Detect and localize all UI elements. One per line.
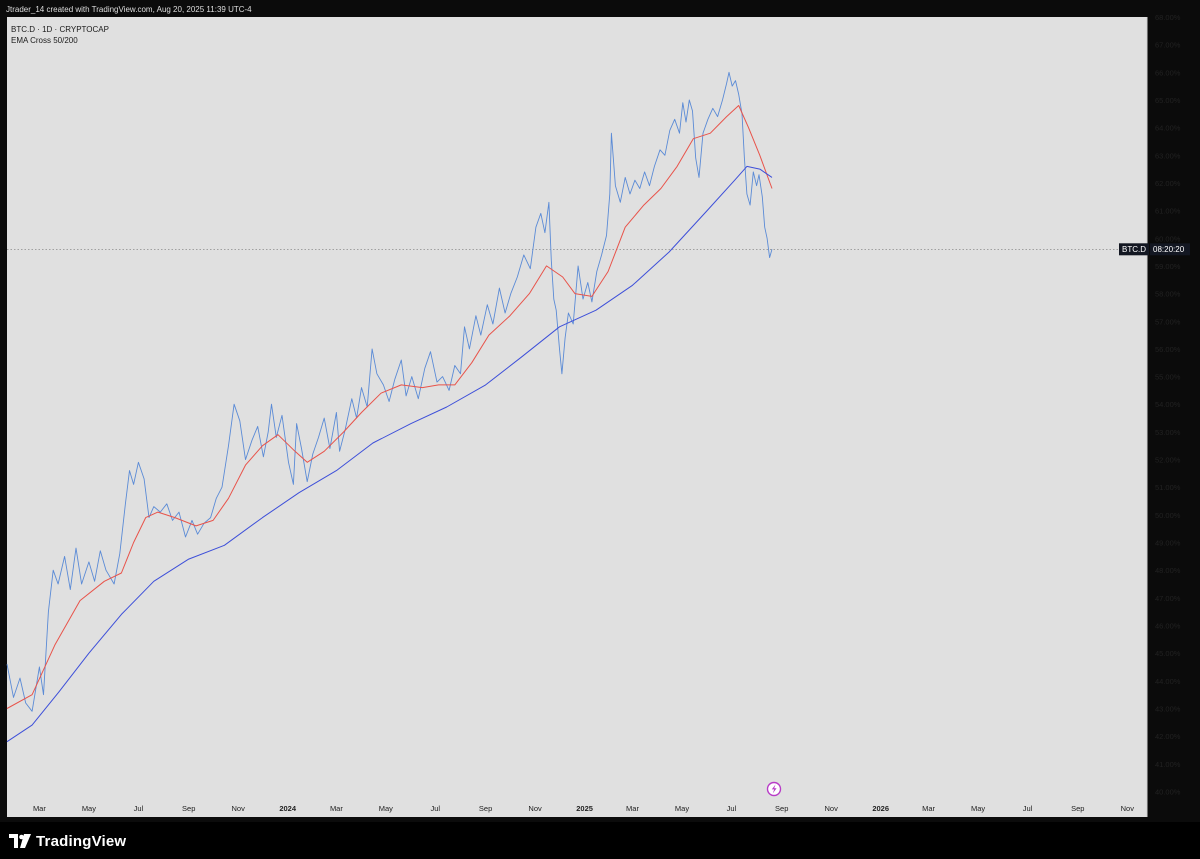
x-tick-label: Nov (528, 804, 542, 813)
price-label-countdown: 08:20:20 (1153, 245, 1185, 254)
chart-panel[interactable] (7, 17, 1147, 797)
y-tick-label: 68.00% (1155, 13, 1181, 22)
footer-bar: TradingView (0, 822, 1200, 859)
price-label: BTC.D 08:20:20 (1119, 243, 1190, 256)
y-tick-label: 56.00% (1155, 345, 1181, 354)
y-tick-label: 55.00% (1155, 373, 1181, 382)
x-tick-label: Nov (232, 804, 246, 813)
y-tick-label: 60.00% (1155, 234, 1181, 243)
y-tick-label: 67.00% (1155, 41, 1181, 50)
x-tick-label: Sep (775, 804, 788, 813)
y-tick-label: 46.00% (1155, 622, 1181, 631)
y-tick-label: 40.00% (1155, 788, 1181, 797)
y-axis[interactable]: 68.00% 67.00% 66.00% 65.00% 64.00% 63.00% 62.0… (1155, 13, 1181, 797)
chart-frame[interactable]: 68.00% 67.00% 66.00% 65.00% 64.00% 63.00% 62.0… (0, 0, 1200, 822)
x-tick-label: Sep (1071, 804, 1084, 813)
y-tick-label: 64.00% (1155, 124, 1181, 133)
credit-line: Jtrader_14 created with TradingView.com,… (6, 5, 252, 14)
x-tick-label: 2025 (576, 804, 593, 813)
tradingview-logo-icon (9, 834, 31, 848)
y-tick-label: 53.00% (1155, 428, 1181, 437)
tradingview-brand[interactable]: TradingView (9, 831, 126, 851)
x-tick-label: Sep (479, 804, 492, 813)
brand-name: TradingView (36, 832, 127, 850)
x-tick-label: Jul (134, 804, 144, 813)
symbol-line: BTC.D · 1D · CRYPTOCAP (11, 25, 109, 34)
y-tick-label: 57.00% (1155, 317, 1181, 326)
y-tick-label: 49.00% (1155, 539, 1181, 548)
x-tick-label: Jul (431, 804, 441, 813)
y-tick-label: 48.00% (1155, 566, 1181, 575)
alert-lightning-icon[interactable] (766, 781, 782, 797)
y-tick-label: 42.00% (1155, 732, 1181, 741)
x-tick-label: May (675, 804, 689, 813)
y-tick-label: 65.00% (1155, 96, 1181, 105)
y-tick-label: 41.00% (1155, 760, 1181, 769)
y-tick-label: 59.00% (1155, 262, 1181, 271)
x-tick-label: Mar (626, 804, 639, 813)
y-tick-label: 54.00% (1155, 400, 1181, 409)
price-chart[interactable]: 68.00% 67.00% 66.00% 65.00% 64.00% 63.00% 62.0… (0, 0, 1200, 822)
y-tick-label: 62.00% (1155, 179, 1181, 188)
x-tick-label: Mar (330, 804, 343, 813)
indicator-legend[interactable]: EMA Cross 50/200 (11, 36, 78, 45)
y-tick-label: 50.00% (1155, 511, 1181, 520)
x-tick-label: Sep (182, 804, 195, 813)
x-tick-label: Mar (33, 804, 46, 813)
y-tick-label: 51.00% (1155, 483, 1181, 492)
y-tick-label: 61.00% (1155, 207, 1181, 216)
x-tick-label: 2026 (872, 804, 889, 813)
x-tick-label: Nov (1121, 804, 1135, 813)
x-tick-label: Jul (727, 804, 737, 813)
y-tick-label: 44.00% (1155, 677, 1181, 686)
y-tick-label: 58.00% (1155, 290, 1181, 299)
y-tick-label: 66.00% (1155, 68, 1181, 77)
x-tick-label: May (82, 804, 96, 813)
x-tick-label: Nov (825, 804, 839, 813)
x-tick-label: Jul (1023, 804, 1033, 813)
y-tick-label: 45.00% (1155, 649, 1181, 658)
x-tick-label: May (971, 804, 985, 813)
x-tick-label: 2024 (279, 804, 297, 813)
y-tick-label: 43.00% (1155, 705, 1181, 714)
y-tick-label: 47.00% (1155, 594, 1181, 603)
y-tick-label: 52.00% (1155, 456, 1181, 465)
x-tick-label: May (379, 804, 393, 813)
y-tick-label: 63.00% (1155, 151, 1181, 160)
price-label-symbol: BTC.D (1122, 245, 1146, 254)
x-tick-label: Mar (922, 804, 935, 813)
